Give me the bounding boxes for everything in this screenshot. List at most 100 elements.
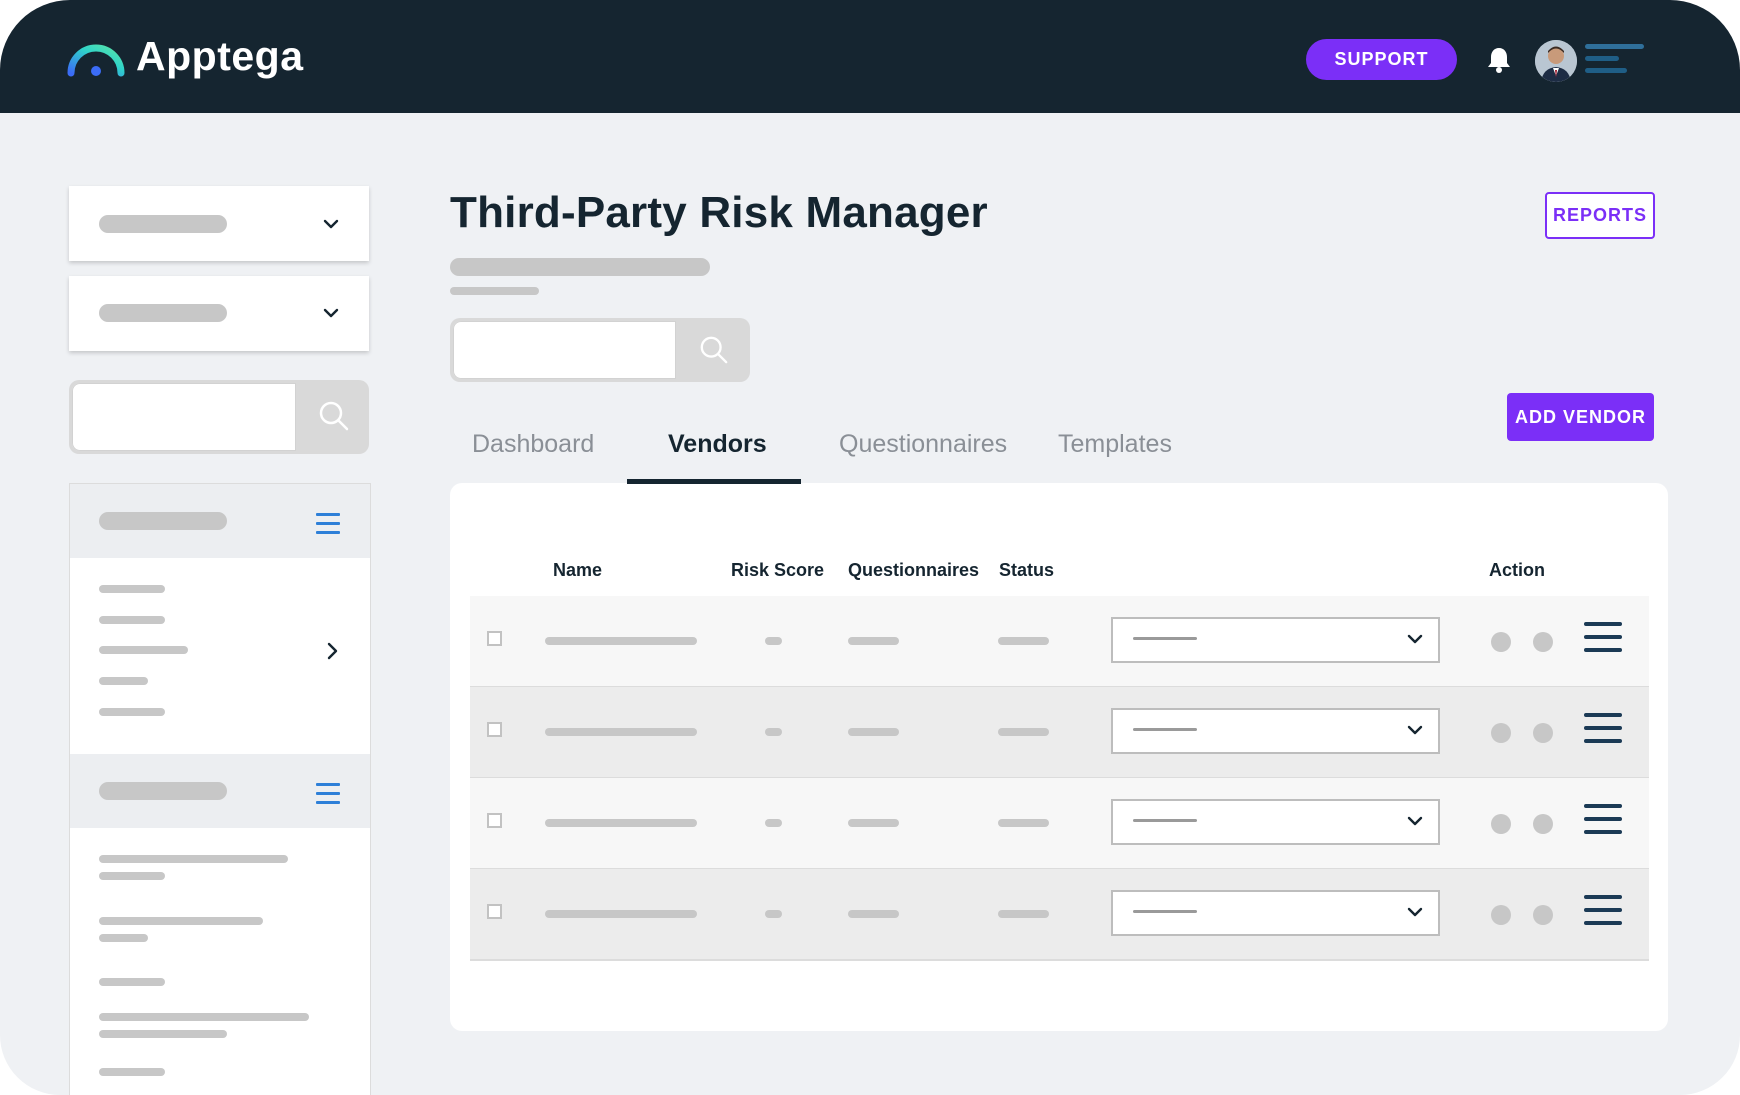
section-title-placeholder bbox=[99, 512, 227, 530]
list-item bbox=[99, 585, 165, 593]
status-placeholder bbox=[998, 910, 1049, 918]
chevron-down-icon bbox=[323, 219, 339, 229]
subtitle-placeholder bbox=[450, 258, 710, 276]
page-title: Third-Party Risk Manager bbox=[450, 188, 988, 237]
vendor-name-placeholder bbox=[545, 637, 697, 645]
status-placeholder bbox=[998, 819, 1049, 827]
status-select[interactable] bbox=[1111, 617, 1440, 663]
column-header-questionnaires[interactable]: Questionnaires bbox=[848, 560, 979, 581]
action-dot[interactable] bbox=[1491, 905, 1511, 925]
sidebar-dropdown-2[interactable] bbox=[69, 276, 369, 351]
logo-arc-icon bbox=[67, 44, 125, 77]
reports-button[interactable]: REPORTS bbox=[1545, 192, 1655, 239]
action-dot[interactable] bbox=[1533, 814, 1553, 834]
chevron-down-icon bbox=[1407, 907, 1423, 917]
brand-name: Apptega bbox=[136, 32, 304, 79]
sidebar-search bbox=[69, 380, 369, 454]
table-row bbox=[470, 869, 1649, 961]
chevron-down-icon bbox=[323, 308, 339, 318]
section-title-placeholder bbox=[99, 782, 227, 800]
risk-score-placeholder bbox=[765, 910, 782, 918]
action-dot[interactable] bbox=[1491, 632, 1511, 652]
chevron-down-icon bbox=[1407, 725, 1423, 735]
menu-lines-icon[interactable] bbox=[1585, 44, 1644, 80]
chevron-down-icon bbox=[1407, 816, 1423, 826]
column-header-action: Action bbox=[1489, 560, 1545, 580]
tab-dashboard[interactable]: Dashboard bbox=[472, 430, 594, 459]
list-item bbox=[99, 1030, 227, 1038]
add-vendor-button[interactable]: ADD VENDOR bbox=[1507, 393, 1654, 441]
status-select[interactable] bbox=[1111, 799, 1440, 845]
vendor-name-placeholder bbox=[545, 910, 697, 918]
vendor-search bbox=[450, 318, 750, 382]
risk-score-placeholder bbox=[765, 728, 782, 736]
list-item bbox=[99, 646, 188, 654]
avatar[interactable] bbox=[1535, 40, 1577, 82]
row-checkbox[interactable] bbox=[487, 631, 502, 646]
action-menu-icon[interactable] bbox=[1584, 804, 1622, 843]
questionnaires-placeholder bbox=[848, 910, 899, 918]
status-select[interactable] bbox=[1111, 708, 1440, 754]
sidebar-section-header-1[interactable] bbox=[70, 484, 370, 558]
questionnaires-placeholder bbox=[848, 819, 899, 827]
column-header-risk-score[interactable]: Risk Score bbox=[731, 560, 824, 581]
action-dot[interactable] bbox=[1491, 814, 1511, 834]
action-dot[interactable] bbox=[1533, 632, 1553, 652]
sidebar-panel bbox=[69, 483, 371, 1095]
status-placeholder bbox=[998, 728, 1049, 736]
row-checkbox[interactable] bbox=[487, 722, 502, 737]
sidebar-search-input[interactable] bbox=[72, 383, 296, 451]
questionnaires-placeholder bbox=[848, 728, 899, 736]
table-row bbox=[470, 687, 1649, 779]
list-item bbox=[99, 677, 148, 685]
action-menu-icon[interactable] bbox=[1584, 713, 1622, 752]
support-button[interactable]: SUPPORT bbox=[1306, 39, 1457, 80]
hamburger-icon[interactable] bbox=[316, 783, 340, 810]
app-frame: Apptega SUPPORT Third-Party Risk Manager… bbox=[0, 0, 1740, 1095]
status-placeholder bbox=[998, 637, 1049, 645]
action-dot[interactable] bbox=[1533, 905, 1553, 925]
list-item bbox=[99, 978, 165, 986]
list-item bbox=[99, 872, 165, 880]
logo[interactable]: Apptega bbox=[66, 30, 304, 82]
row-checkbox[interactable] bbox=[487, 904, 502, 919]
bell-icon[interactable] bbox=[1486, 46, 1512, 74]
tab-questionnaires[interactable]: Questionnaires bbox=[839, 430, 1007, 459]
questionnaires-placeholder bbox=[848, 637, 899, 645]
risk-score-placeholder bbox=[765, 637, 782, 645]
list-item bbox=[99, 1013, 309, 1021]
chevron-down-icon bbox=[1407, 634, 1423, 644]
action-dot[interactable] bbox=[1491, 723, 1511, 743]
search-icon[interactable] bbox=[699, 335, 729, 365]
column-header-status[interactable]: Status bbox=[999, 560, 1054, 581]
dropdown-placeholder bbox=[99, 304, 227, 322]
table-row bbox=[470, 596, 1649, 688]
action-menu-icon[interactable] bbox=[1584, 622, 1622, 661]
active-tab-indicator bbox=[627, 479, 801, 484]
action-dot[interactable] bbox=[1533, 723, 1553, 743]
dropdown-placeholder bbox=[99, 215, 227, 233]
status-select[interactable] bbox=[1111, 890, 1440, 936]
vendor-search-input[interactable] bbox=[453, 321, 676, 379]
vendor-name-placeholder bbox=[545, 819, 697, 827]
tab-vendors[interactable]: Vendors bbox=[668, 430, 767, 459]
risk-score-placeholder bbox=[765, 819, 782, 827]
chevron-right-icon[interactable] bbox=[323, 641, 341, 661]
action-menu-icon[interactable] bbox=[1584, 895, 1622, 934]
sidebar-dropdown-1[interactable] bbox=[69, 186, 369, 261]
search-icon[interactable] bbox=[318, 400, 350, 432]
subtitle-placeholder-2 bbox=[450, 287, 539, 295]
hamburger-icon[interactable] bbox=[316, 513, 340, 540]
top-bar: Apptega SUPPORT bbox=[0, 0, 1740, 113]
column-header-name[interactable]: Name bbox=[553, 560, 602, 581]
list-item bbox=[99, 917, 263, 925]
list-item bbox=[99, 1068, 165, 1076]
row-checkbox[interactable] bbox=[487, 813, 502, 828]
list-item bbox=[99, 855, 288, 863]
tab-templates[interactable]: Templates bbox=[1058, 430, 1172, 459]
sidebar-section-header-2[interactable] bbox=[70, 754, 370, 828]
list-item bbox=[99, 708, 165, 716]
vendor-name-placeholder bbox=[545, 728, 697, 736]
table-row bbox=[470, 778, 1649, 870]
list-item bbox=[99, 934, 148, 942]
